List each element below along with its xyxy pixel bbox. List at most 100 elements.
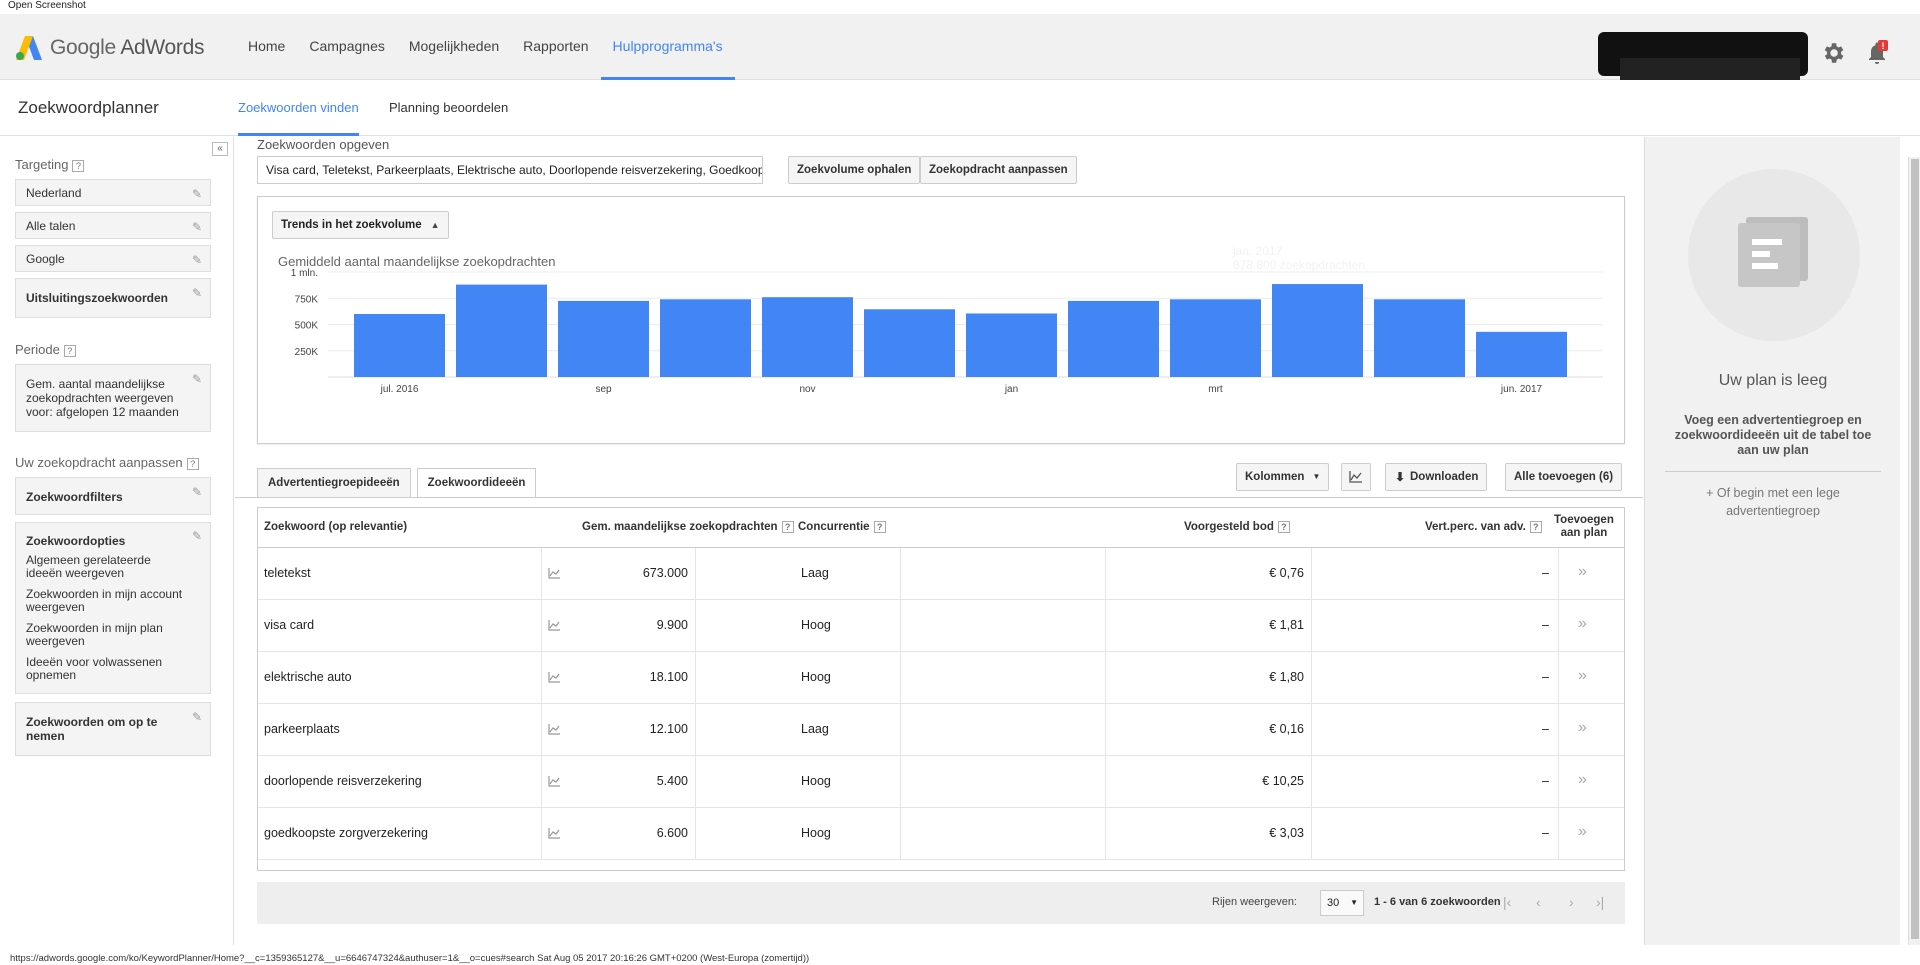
- table-row: elektrische auto 18.100 Hoog € 1,80 – »: [258, 652, 1624, 704]
- keywords-to-include[interactable]: Zoekwoorden om op te nemen ✎: [15, 702, 211, 756]
- download-button[interactable]: ⬇ Downloaden: [1385, 463, 1488, 491]
- pencil-icon[interactable]: ✎: [192, 372, 202, 386]
- trend-chart-icon[interactable]: [548, 671, 561, 683]
- aanpassen-heading: Uw zoekopdracht aanpassen?: [15, 455, 199, 470]
- x-tick-label: jan: [1004, 384, 1018, 395]
- col-divider: [695, 548, 696, 599]
- tab-zoekwoorden-vinden[interactable]: Zoekwoorden vinden: [238, 80, 359, 136]
- col-divider: [695, 756, 696, 807]
- targeting-network[interactable]: Google ✎: [15, 245, 211, 272]
- header-share[interactable]: Vert.perc. van adv.?: [1425, 521, 1542, 533]
- option-in-plan: Zoekwoorden in mijn plan weergeven: [26, 621, 163, 648]
- col-divider: [1311, 756, 1312, 807]
- x-tick-label: nov: [799, 384, 815, 395]
- chart-bar: [966, 313, 1057, 377]
- col-divider: [1558, 808, 1559, 859]
- next-page-icon[interactable]: ›: [1569, 894, 1574, 910]
- col-divider: [541, 756, 542, 807]
- cell-share: –: [1542, 566, 1549, 580]
- targeting-language[interactable]: Alle talen ✎: [15, 212, 211, 239]
- trend-chart-card: Trends in het zoekvolume ▲ Gemiddeld aant…: [257, 196, 1625, 444]
- add-to-plan-icon[interactable]: »: [1578, 615, 1587, 633]
- targeting-negative-keywords[interactable]: Uitsluitingszoekwoorden ✎: [15, 278, 211, 318]
- nav-mogelijkheden[interactable]: Mogelijkheden: [397, 14, 511, 80]
- tab-zoekwoordideeen[interactable]: Zoekwoordideeën: [416, 468, 537, 498]
- tab-advertentiegroepideeen[interactable]: Advertentiegroepideeën: [257, 468, 411, 498]
- help-icon[interactable]: ?: [873, 521, 886, 533]
- trend-chart-icon[interactable]: [548, 775, 561, 787]
- get-volume-button[interactable]: Zoekvolume ophalen: [788, 156, 921, 184]
- cell-keyword: goedkoopste zorgverzekering: [264, 826, 428, 840]
- help-icon[interactable]: ?: [63, 344, 76, 357]
- download-label: Downloaden: [1410, 471, 1479, 483]
- trend-chart-icon[interactable]: [548, 619, 561, 631]
- sort-arrows-icon: ▲: [430, 220, 440, 230]
- keyword-input-label: Zoekwoorden opgeven: [257, 137, 390, 152]
- pencil-icon[interactable]: ✎: [192, 485, 202, 499]
- scrollbar-thumb[interactable]: [1911, 159, 1919, 939]
- pagination-range: 1 - 6 van 6 zoekwoorden: [1374, 896, 1501, 908]
- pencil-icon[interactable]: ✎: [192, 187, 202, 201]
- collapse-sidebar-button[interactable]: «: [212, 142, 228, 156]
- top-header: Google AdWords Home Campagnes Mogelijkhe…: [0, 14, 1920, 84]
- keyword-filters[interactable]: Zoekwoordfilters ✎: [15, 477, 211, 515]
- periode-box[interactable]: Gem. aantal maandelijkse zoekopdrachten …: [15, 364, 211, 432]
- add-to-plan-icon[interactable]: »: [1578, 823, 1587, 841]
- columns-button[interactable]: Kolommen ▼: [1236, 463, 1330, 491]
- main-content: Zoekwoorden opgeven Visa card, Teletekst…: [235, 137, 1643, 945]
- help-icon[interactable]: ?: [72, 159, 85, 172]
- help-icon[interactable]: ?: [1277, 521, 1290, 533]
- keyword-options-label: Zoekwoordopties: [26, 534, 126, 548]
- help-icon[interactable]: ?: [1529, 521, 1542, 533]
- last-page-icon[interactable]: ›|: [1596, 894, 1604, 910]
- header-volume[interactable]: Gem. maandelijkse zoekopdrachten?: [582, 521, 794, 533]
- adwords-logo[interactable]: Google AdWords: [16, 34, 205, 62]
- pencil-icon[interactable]: ✎: [192, 530, 202, 543]
- add-to-plan-icon[interactable]: »: [1578, 667, 1587, 685]
- plan-divider: [1665, 471, 1881, 472]
- empty-adgroup-link[interactable]: + Of begin met een lege advertentiegroep: [1669, 484, 1877, 520]
- trend-chart-icon[interactable]: [548, 827, 561, 839]
- trend-chart-icon[interactable]: [548, 723, 561, 735]
- pencil-icon[interactable]: ✎: [192, 286, 202, 300]
- help-icon[interactable]: ?: [186, 457, 199, 470]
- col-divider: [541, 600, 542, 651]
- header-bid-label: Voorgesteld bod: [1184, 521, 1274, 534]
- nav-rapporten[interactable]: Rapporten: [511, 14, 600, 80]
- rows-per-page-select[interactable]: 30 ▼: [1320, 890, 1364, 916]
- gear-icon[interactable]: [1820, 40, 1846, 66]
- col-divider: [1311, 808, 1312, 859]
- header-add-line1: Toevoegen: [1554, 514, 1614, 526]
- add-to-plan-icon[interactable]: »: [1578, 719, 1587, 737]
- pencil-icon[interactable]: ✎: [192, 710, 202, 724]
- keyword-options[interactable]: Zoekwoordopties Algemeen gerelateerde id…: [15, 522, 211, 694]
- caret-down-icon: ▼: [1312, 472, 1321, 481]
- help-icon[interactable]: ?: [781, 521, 794, 533]
- add-to-plan-icon[interactable]: »: [1578, 563, 1587, 581]
- trend-selector[interactable]: Trends in het zoekvolume ▲: [272, 211, 449, 239]
- add-to-plan-icon[interactable]: »: [1578, 771, 1587, 789]
- nav-home[interactable]: Home: [236, 14, 297, 80]
- prev-page-icon[interactable]: ‹: [1536, 894, 1541, 910]
- first-page-icon[interactable]: |‹: [1503, 894, 1511, 910]
- keyword-input[interactable]: Visa card, Teletekst, Parkeerplaats, Ele…: [257, 156, 763, 184]
- add-all-button[interactable]: Alle toevoegen (6): [1505, 463, 1623, 491]
- targeting-location[interactable]: Nederland ✎: [15, 179, 211, 206]
- modify-search-button[interactable]: Zoekopdracht aanpassen: [920, 156, 1077, 184]
- nav-campagnes[interactable]: Campagnes: [297, 14, 397, 80]
- cell-keyword: visa card: [264, 618, 315, 632]
- page-scrollbar[interactable]: [1908, 157, 1920, 945]
- y-tick-label: 1 mln.: [291, 268, 318, 279]
- pencil-icon[interactable]: ✎: [192, 220, 202, 234]
- adwords-logo-icon: [16, 36, 42, 60]
- header-keyword[interactable]: Zoekwoord (op relevantie): [264, 521, 407, 533]
- nav-hulpprogrammas[interactable]: Hulpprogramma's: [600, 14, 735, 80]
- header-bid[interactable]: Voorgesteld bod?: [1184, 521, 1290, 533]
- chart-toggle-button[interactable]: [1341, 463, 1371, 491]
- trend-chart-icon[interactable]: [548, 567, 561, 579]
- header-competition[interactable]: Concurrentie?: [798, 521, 886, 533]
- notification-bell-icon[interactable]: !: [1864, 40, 1890, 66]
- option-in-account: Zoekwoorden in mijn account weergeven: [26, 587, 183, 614]
- pencil-icon[interactable]: ✎: [192, 253, 202, 267]
- tab-planning-beoordelen[interactable]: Planning beoordelen: [389, 80, 508, 136]
